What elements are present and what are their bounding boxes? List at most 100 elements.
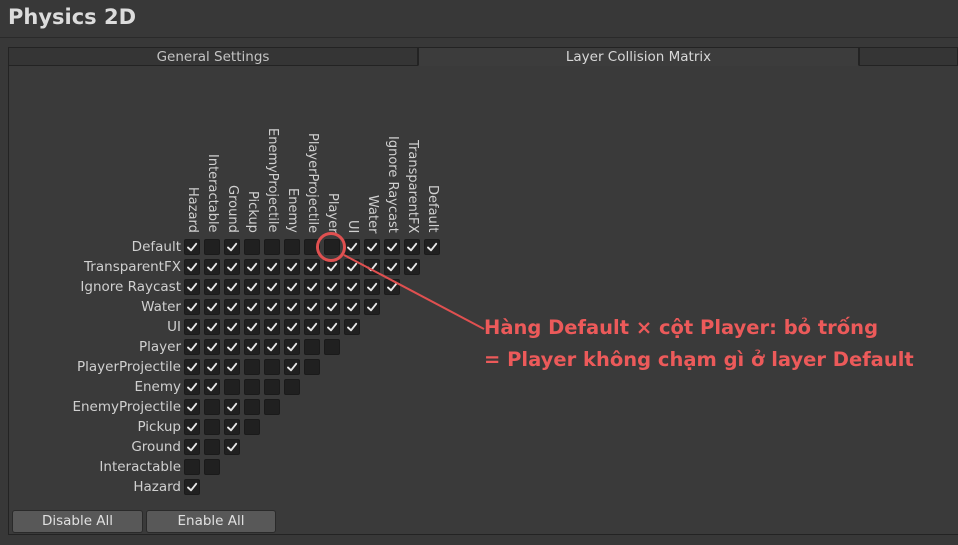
collision-toggle-ignore-raycast-ground[interactable] — [224, 279, 240, 295]
collision-toggle-transparentfx-playerprojectile[interactable] — [304, 259, 320, 275]
disable-all-button[interactable]: Disable All — [12, 510, 143, 533]
collision-toggle-default-interactable[interactable] — [204, 239, 220, 255]
collision-toggle-playerprojectile-pickup[interactable] — [244, 359, 260, 375]
collision-toggle-player-playerprojectile[interactable] — [304, 339, 320, 355]
collision-toggle-enemy-interactable[interactable] — [204, 379, 220, 395]
collision-toggle-transparentfx-hazard[interactable] — [184, 259, 200, 275]
collision-toggle-enemyprojectile-enemyprojectile[interactable] — [264, 399, 280, 415]
collision-toggle-water-water[interactable] — [364, 299, 380, 315]
collision-toggle-pickup-interactable[interactable] — [204, 419, 220, 435]
collision-toggle-interactable-interactable[interactable] — [204, 459, 220, 475]
collision-toggle-pickup-pickup[interactable] — [244, 419, 260, 435]
collision-toggle-enemy-ground[interactable] — [224, 379, 240, 395]
collision-toggle-ignore-raycast-interactable[interactable] — [204, 279, 220, 295]
collision-toggle-enemy-enemyprojectile[interactable] — [264, 379, 280, 395]
collision-toggle-player-enemyprojectile[interactable] — [264, 339, 280, 355]
collision-toggle-enemyprojectile-hazard[interactable] — [184, 399, 200, 415]
collision-toggle-enemyprojectile-pickup[interactable] — [244, 399, 260, 415]
collision-toggle-enemy-enemy[interactable] — [284, 379, 300, 395]
collision-toggle-interactable-hazard[interactable] — [184, 459, 200, 475]
collision-toggle-transparentfx-ground[interactable] — [224, 259, 240, 275]
collision-toggle-water-hazard[interactable] — [184, 299, 200, 315]
collision-toggle-ground-hazard[interactable] — [184, 439, 200, 455]
column-label-transparentfx: TransparentFX — [405, 140, 420, 234]
collision-toggle-hazard-hazard[interactable] — [184, 479, 200, 495]
collision-toggle-water-interactable[interactable] — [204, 299, 220, 315]
collision-toggle-ignore-raycast-playerprojectile[interactable] — [304, 279, 320, 295]
collision-toggle-playerprojectile-enemyprojectile[interactable] — [264, 359, 280, 375]
collision-toggle-ignore-raycast-hazard[interactable] — [184, 279, 200, 295]
collision-toggle-transparentfx-transparentfx[interactable] — [404, 259, 420, 275]
collision-toggle-pickup-ground[interactable] — [224, 419, 240, 435]
column-label-ui: UI — [345, 220, 360, 234]
collision-toggle-ground-interactable[interactable] — [204, 439, 220, 455]
collision-toggle-default-transparentfx[interactable] — [404, 239, 420, 255]
collision-toggle-enemyprojectile-ground[interactable] — [224, 399, 240, 415]
collision-toggle-playerprojectile-enemy[interactable] — [284, 359, 300, 375]
collision-toggle-ground-ground[interactable] — [224, 439, 240, 455]
collision-toggle-water-pickup[interactable] — [244, 299, 260, 315]
collision-toggle-default-ignore-raycast[interactable] — [384, 239, 400, 255]
collision-toggle-ignore-raycast-ignore-raycast[interactable] — [384, 279, 400, 295]
collision-toggle-pickup-hazard[interactable] — [184, 419, 200, 435]
row-label-enemyprojectile: EnemyProjectile — [72, 399, 181, 415]
row-label-hazard: Hazard — [133, 479, 181, 495]
collision-toggle-ignore-raycast-pickup[interactable] — [244, 279, 260, 295]
collision-toggle-playerprojectile-ground[interactable] — [224, 359, 240, 375]
collision-toggle-default-ui[interactable] — [344, 239, 360, 255]
collision-toggle-player-enemy[interactable] — [284, 339, 300, 355]
collision-toggle-player-hazard[interactable] — [184, 339, 200, 355]
collision-toggle-transparentfx-water[interactable] — [364, 259, 380, 275]
collision-toggle-ui-enemy[interactable] — [284, 319, 300, 335]
column-label-water: Water — [365, 195, 380, 234]
collision-toggle-enemy-hazard[interactable] — [184, 379, 200, 395]
highlight-circle — [316, 232, 346, 262]
column-label-ignore-raycast: Ignore Raycast — [385, 136, 400, 233]
collision-toggle-default-enemyprojectile[interactable] — [264, 239, 280, 255]
collision-toggle-ui-pickup[interactable] — [244, 319, 260, 335]
annotation-line-2: = Player không chạm gì ở layer Default — [484, 348, 914, 371]
collision-toggle-ignore-raycast-player[interactable] — [324, 279, 340, 295]
collision-toggle-water-playerprojectile[interactable] — [304, 299, 320, 315]
collision-toggle-transparentfx-ignore-raycast[interactable] — [384, 259, 400, 275]
collision-toggle-playerprojectile-playerprojectile[interactable] — [304, 359, 320, 375]
row-label-playerprojectile: PlayerProjectile — [76, 359, 181, 375]
collision-toggle-transparentfx-interactable[interactable] — [204, 259, 220, 275]
collision-toggle-ui-hazard[interactable] — [184, 319, 200, 335]
collision-toggle-default-water[interactable] — [364, 239, 380, 255]
collision-toggle-ui-playerprojectile[interactable] — [304, 319, 320, 335]
collision-toggle-ui-enemyprojectile[interactable] — [264, 319, 280, 335]
collision-toggle-transparentfx-enemyprojectile[interactable] — [264, 259, 280, 275]
collision-toggle-ui-ground[interactable] — [224, 319, 240, 335]
collision-toggle-water-player[interactable] — [324, 299, 340, 315]
collision-toggle-player-player[interactable] — [324, 339, 340, 355]
collision-toggle-default-default[interactable] — [424, 239, 440, 255]
collision-toggle-ui-ui[interactable] — [344, 319, 360, 335]
collision-toggle-default-pickup[interactable] — [244, 239, 260, 255]
collision-toggle-transparentfx-ui[interactable] — [344, 259, 360, 275]
collision-toggle-water-enemy[interactable] — [284, 299, 300, 315]
collision-toggle-default-ground[interactable] — [224, 239, 240, 255]
collision-toggle-ignore-raycast-water[interactable] — [364, 279, 380, 295]
column-label-ground: Ground — [225, 185, 240, 233]
collision-toggle-water-ground[interactable] — [224, 299, 240, 315]
collision-toggle-water-ui[interactable] — [344, 299, 360, 315]
collision-toggle-playerprojectile-hazard[interactable] — [184, 359, 200, 375]
collision-toggle-transparentfx-pickup[interactable] — [244, 259, 260, 275]
collision-toggle-enemy-pickup[interactable] — [244, 379, 260, 395]
collision-toggle-enemyprojectile-interactable[interactable] — [204, 399, 220, 415]
collision-toggle-ui-interactable[interactable] — [204, 319, 220, 335]
collision-toggle-ignore-raycast-enemy[interactable] — [284, 279, 300, 295]
collision-toggle-playerprojectile-interactable[interactable] — [204, 359, 220, 375]
enable-all-button[interactable]: Enable All — [146, 510, 276, 533]
collision-toggle-water-enemyprojectile[interactable] — [264, 299, 280, 315]
collision-toggle-player-interactable[interactable] — [204, 339, 220, 355]
collision-toggle-default-hazard[interactable] — [184, 239, 200, 255]
collision-toggle-ignore-raycast-ui[interactable] — [344, 279, 360, 295]
collision-toggle-default-enemy[interactable] — [284, 239, 300, 255]
collision-toggle-transparentfx-enemy[interactable] — [284, 259, 300, 275]
collision-toggle-ui-player[interactable] — [324, 319, 340, 335]
collision-toggle-player-pickup[interactable] — [244, 339, 260, 355]
collision-toggle-ignore-raycast-enemyprojectile[interactable] — [264, 279, 280, 295]
collision-toggle-player-ground[interactable] — [224, 339, 240, 355]
